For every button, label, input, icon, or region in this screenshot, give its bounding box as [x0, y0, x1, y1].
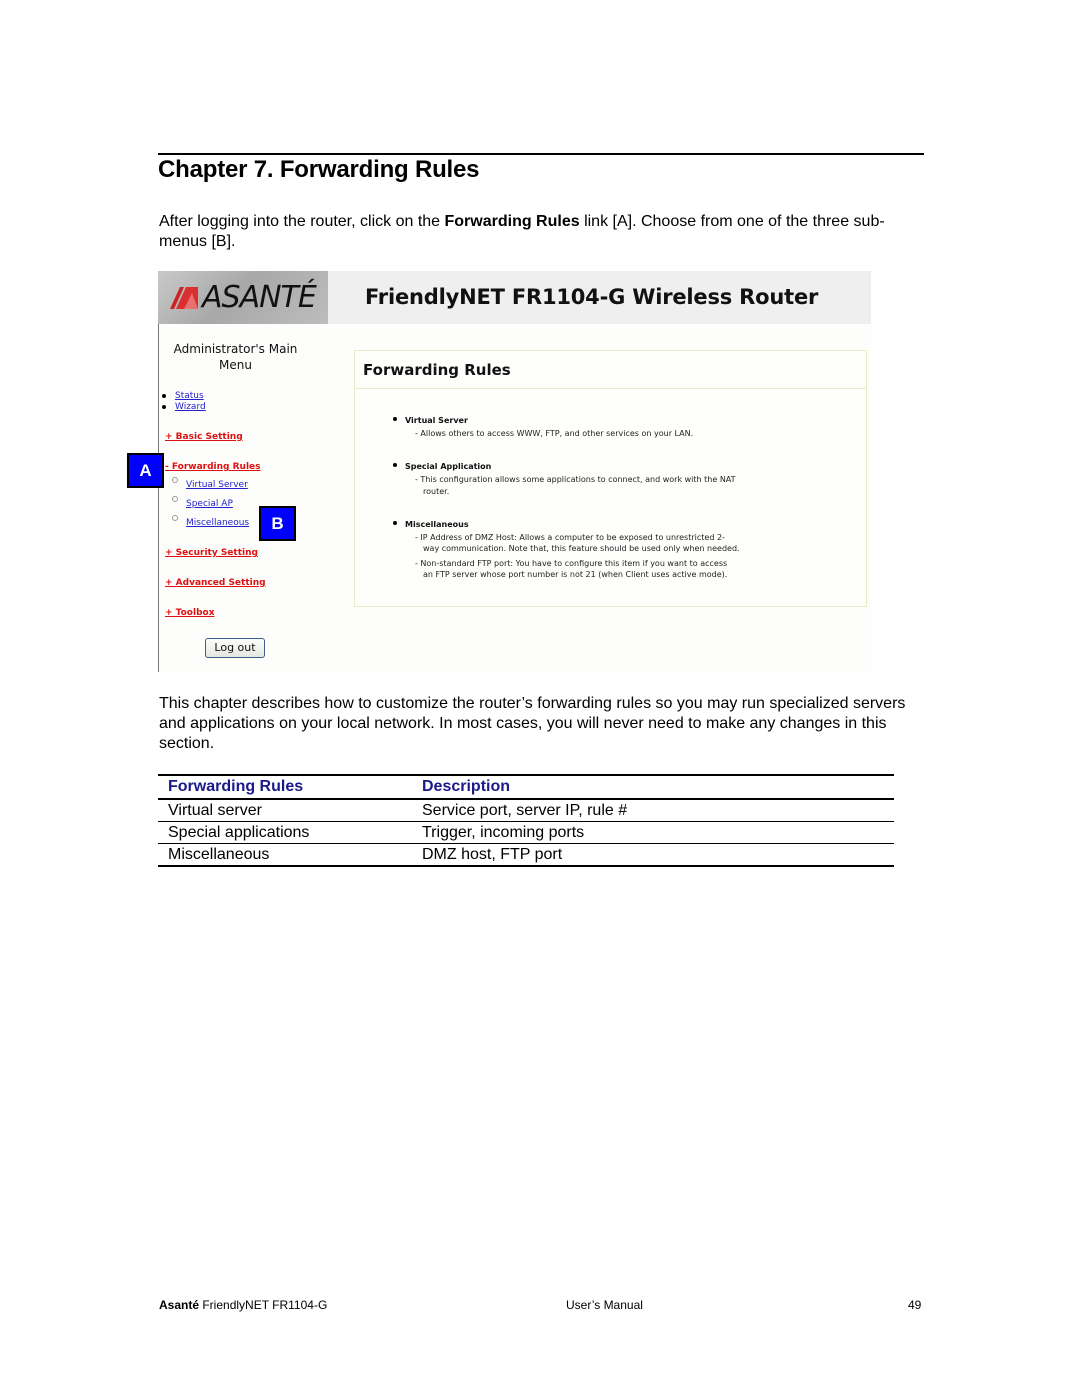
menu-section-advanced-setting[interactable]: + Advanced Setting	[165, 578, 266, 588]
table-header-cell: Description	[422, 778, 511, 795]
menu-section-toolbox[interactable]: + Toolbox	[165, 608, 215, 618]
table-cell: Service port, server IP, rule #	[422, 801, 628, 819]
bullet-icon	[393, 417, 397, 421]
feature-desc: way communication. Note that, this featu…	[423, 544, 740, 553]
table-cell: Virtual server	[168, 801, 262, 819]
table-cell: DMZ host, FTP port	[422, 845, 563, 863]
footer-product-name: FriendlyNET FR1104-G	[199, 1298, 328, 1312]
feature-name: Virtual Server	[405, 416, 468, 425]
router-header-title: FriendlyNET FR1104-G Wireless Router	[365, 285, 819, 309]
admin-menu-title: Administrator's Main Menu	[158, 341, 313, 373]
bullet-icon	[162, 393, 166, 398]
menu-section-basic-setting[interactable]: + Basic Setting	[165, 432, 243, 442]
submenu-label: Virtual Server	[186, 480, 248, 490]
circle-bullet-icon	[172, 515, 178, 521]
submenu-label: Miscellaneous	[186, 518, 250, 528]
feature-desc: router.	[423, 487, 450, 496]
asante-logo-text: ASANTÉ	[202, 280, 317, 315]
admin-menu-title-line2: Menu	[219, 358, 252, 372]
circle-bullet-icon	[172, 477, 178, 483]
chapter-title: Chapter 7. Forwarding Rules	[158, 156, 480, 183]
body-paragraph: This chapter describes how to customize …	[159, 695, 906, 752]
circle-bullet-icon	[172, 496, 178, 502]
intro-paragraph: After logging into the router, click on …	[159, 212, 929, 252]
feature-desc: an FTP server whose port number is not 2…	[423, 570, 728, 579]
panel-title: Forwarding Rules	[363, 361, 511, 379]
footer-product: Asanté FriendlyNET FR1104-G	[159, 1298, 327, 1312]
bullet-icon	[393, 521, 397, 525]
submenu-virtual-server[interactable]: Virtual Server	[172, 477, 248, 490]
table-row: Miscellaneous DMZ host, FTP port	[158, 844, 894, 865]
table-cell: Trigger, incoming ports	[422, 823, 585, 841]
feature-name: Special Application	[405, 462, 492, 471]
feature-desc: - This configuration allows some applica…	[415, 475, 736, 484]
table-bottom-rule	[158, 865, 894, 867]
table-cell: Miscellaneous	[168, 845, 270, 863]
menu-link-status[interactable]: Status	[162, 391, 204, 401]
table-row: Virtual server Service port, server IP, …	[158, 800, 894, 821]
submenu-label: Special AP	[186, 499, 233, 509]
menu-link-label: Status	[175, 391, 204, 401]
table-row: Special applications Trigger, incoming p…	[158, 822, 894, 843]
intro-bold-link-name: Forwarding Rules	[444, 213, 580, 230]
feature-name: Miscellaneous	[405, 520, 469, 529]
router-header: ASANTÉ FriendlyNET FR1104-G Wireless Rou…	[158, 271, 871, 324]
router-ui-screenshot: ASANTÉ FriendlyNET FR1104-G Wireless Rou…	[158, 271, 871, 672]
submenu-special-ap[interactable]: Special AP	[172, 496, 233, 509]
menu-link-wizard[interactable]: Wizard	[162, 402, 206, 412]
intro-text: After logging into the router, click on …	[159, 213, 445, 230]
bullet-icon	[162, 404, 166, 409]
bullet-icon	[393, 463, 397, 467]
submenu-miscellaneous[interactable]: Miscellaneous	[172, 515, 250, 528]
screenshot-left-border	[158, 324, 159, 672]
menu-section-forwarding-rules[interactable]: - Forwarding Rules	[165, 462, 261, 472]
menu-section-security-setting[interactable]: + Security Setting	[165, 548, 258, 558]
footer-brand: Asanté	[159, 1298, 200, 1312]
footer-page-number: 49	[908, 1298, 922, 1312]
admin-menu-title-line1: Administrator's Main	[173, 342, 298, 356]
logout-button[interactable]: Log out	[205, 638, 265, 658]
menu-link-label: Wizard	[175, 402, 206, 412]
table-header-cell: Forwarding Rules	[168, 778, 304, 795]
table-cell: Special applications	[168, 823, 310, 841]
forwarding-rules-panel: Forwarding Rules Virtual Server - Allows…	[354, 350, 867, 607]
feature-desc: - Non-standard FTP port: You have to con…	[415, 559, 728, 568]
table-header-row: Forwarding Rules Description	[158, 776, 894, 798]
panel-header: Forwarding Rules	[355, 351, 866, 389]
callout-a: A	[127, 453, 164, 488]
feature-desc: - IP Address of DMZ Host: Allows a compu…	[415, 533, 725, 542]
chapter-top-rule	[158, 153, 924, 155]
asante-logo: ASANTÉ	[158, 271, 328, 324]
feature-desc: - Allows others to access WWW, FTP, and …	[415, 429, 694, 438]
forwarding-rules-table: Forwarding Rules Description Virtual ser…	[158, 774, 894, 867]
callout-b: B	[259, 506, 296, 541]
footer-manual-label: User’s Manual	[566, 1298, 643, 1312]
asante-logo-mark-icon	[170, 287, 198, 309]
